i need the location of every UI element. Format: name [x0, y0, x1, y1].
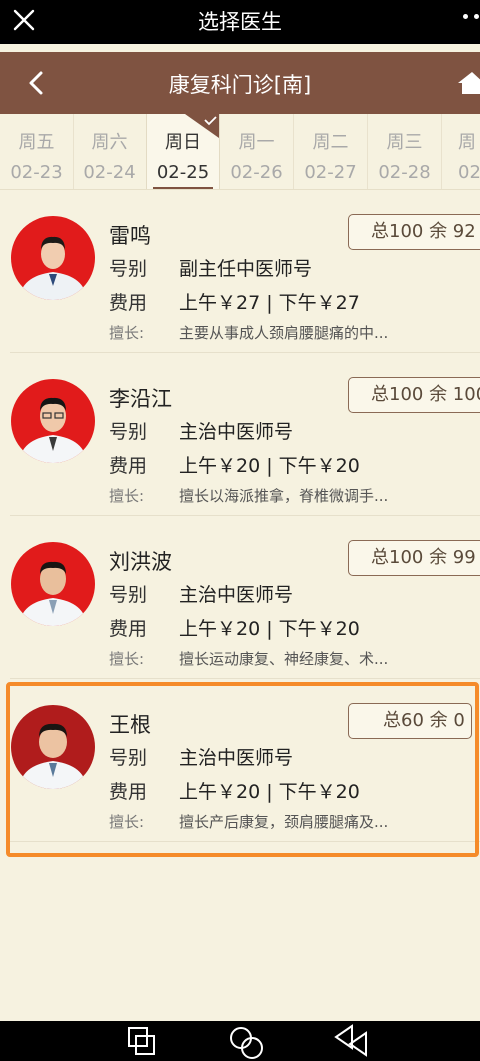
date-tab-weekday: 周一 [238, 132, 275, 153]
date-tab-date: 02- [458, 162, 480, 183]
date-tab-date: 02-26 [230, 162, 283, 183]
fee-label: 费用 [109, 292, 148, 314]
date-tab-date: 02-24 [83, 162, 136, 183]
department-nav-bar: 康复科门诊[南] [0, 52, 480, 114]
doctor-card[interactable]: 刘洪波 总100 余 99 号别 主治中医师号 费用 上午￥20 | 下午￥20… [0, 516, 480, 679]
type-label: 号别 [109, 258, 148, 280]
date-tab-date: 02-23 [10, 162, 63, 183]
recent-apps-icon[interactable] [120, 1023, 164, 1061]
specialty-label: 擅长: [109, 487, 145, 505]
type-label: 号别 [109, 421, 148, 443]
date-tab-weekday: 周六 [91, 132, 128, 153]
fee-label: 费用 [109, 455, 148, 477]
fee-label: 费用 [109, 618, 148, 640]
selected-check-icon [185, 114, 219, 138]
date-tab-date: 02-27 [304, 162, 357, 183]
specialty-text: 擅长运动康复、神经康复、术... [179, 650, 389, 668]
date-tab-date: 02-28 [378, 162, 431, 183]
registration-type: 副主任中医师号 [179, 258, 313, 280]
date-selector: 周五 02-23 周六 02-24 周日 02-25 周一 02-26 周二 0… [0, 114, 480, 190]
fee-value: 上午￥27 | 下午￥27 [179, 292, 360, 314]
doctor-avatar [11, 379, 95, 463]
quota-badge: 总100 余 100 [348, 377, 480, 413]
registration-type: 主治中医师号 [179, 421, 294, 443]
doctor-avatar [11, 542, 95, 626]
department-title: 康复科门诊[南] [168, 73, 312, 97]
date-tab-weekday: 周三 [386, 132, 423, 153]
date-tab[interactable]: 周二 02-27 [294, 114, 368, 189]
date-tab[interactable]: 周六 02-24 [73, 114, 147, 189]
doctor-card[interactable]: 雷鸣 总100 余 92 号别 副主任中医师号 费用 上午￥27 | 下午￥27… [0, 190, 480, 353]
doctor-name: 刘洪波 [109, 550, 172, 574]
registration-type: 主治中医师号 [179, 584, 294, 606]
date-tab-selected[interactable]: 周日 02-25 [146, 114, 220, 189]
wechat-title-bar: 选择医生 [0, 0, 480, 44]
type-label: 号别 [109, 584, 148, 606]
doctor-card[interactable]: 李沿江 总100 余 100 号别 主治中医师号 费用 上午￥20 | 下午￥2… [0, 353, 480, 516]
highlight-frame [6, 682, 479, 857]
fee-value: 上午￥20 | 下午￥20 [179, 618, 360, 640]
doctor-name: 李沿江 [109, 387, 172, 411]
wechat-page-title: 选择医生 [198, 10, 282, 34]
date-tab[interactable]: 周五 02-23 [0, 114, 74, 189]
quota-badge: 总100 余 92 [348, 214, 480, 250]
home-icon[interactable] [458, 70, 480, 96]
specialty-text: 主要从事成人颈肩腰腿痛的中... [179, 324, 389, 342]
date-tab-weekday: 周 [458, 132, 476, 153]
doctor-name: 雷鸣 [109, 224, 151, 248]
more-menu-icon[interactable] [462, 14, 480, 30]
date-tab-date: 02-25 [156, 162, 210, 183]
back-triangle-icon[interactable] [328, 1023, 372, 1061]
specialty-label: 擅长: [109, 324, 145, 342]
doctor-avatar [11, 216, 95, 300]
specialty-label: 擅长: [109, 650, 145, 668]
date-tab-weekday: 周五 [18, 132, 55, 153]
home-circle-icon[interactable] [224, 1023, 268, 1061]
date-tab-weekday: 周二 [312, 132, 349, 153]
date-tab[interactable]: 周一 02-26 [220, 114, 294, 189]
quota-badge: 总100 余 99 [348, 540, 480, 576]
system-nav-bar [0, 1021, 480, 1061]
date-tab[interactable]: 周三 02-28 [368, 114, 442, 189]
specialty-text: 擅长以海派推拿，脊椎微调手... [179, 487, 389, 505]
date-tab[interactable]: 周 02- [442, 114, 480, 189]
fee-value: 上午￥20 | 下午￥20 [179, 455, 360, 477]
